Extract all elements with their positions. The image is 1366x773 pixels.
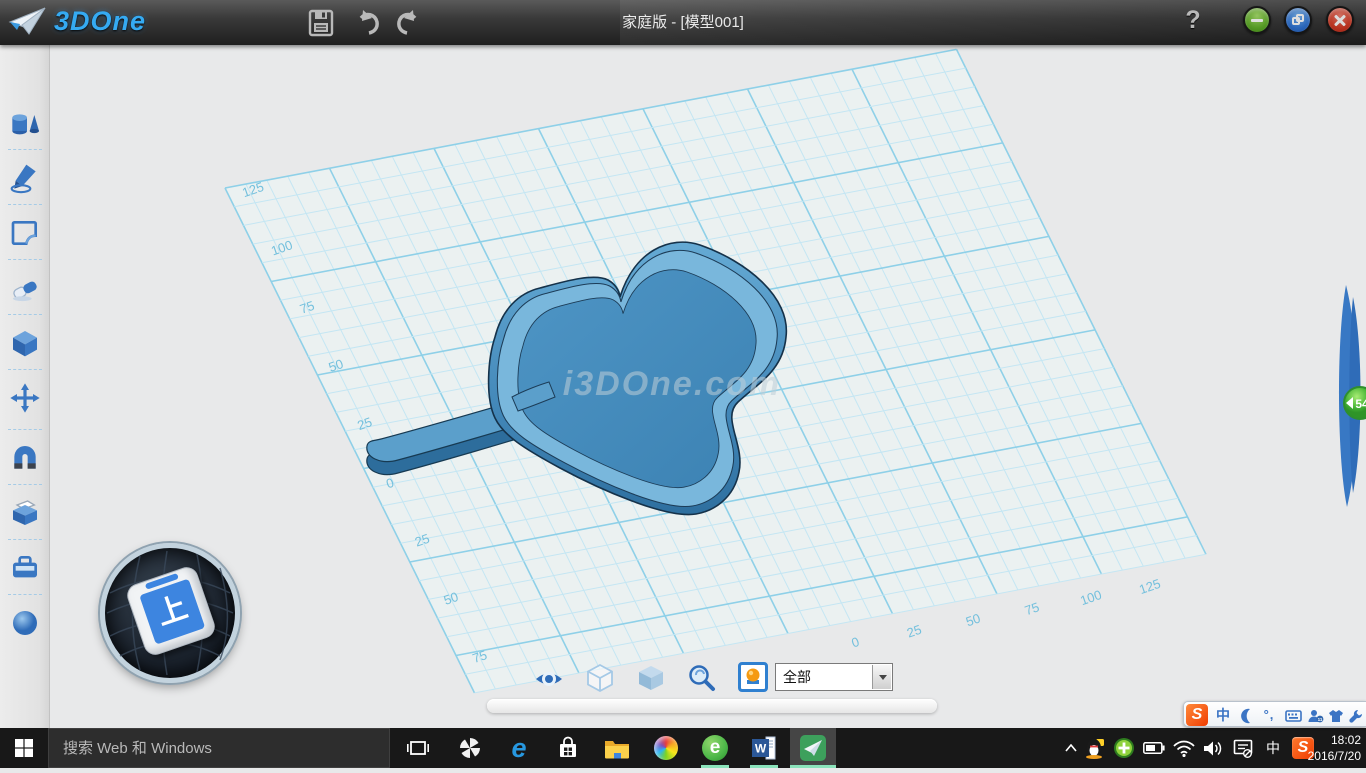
separator	[8, 314, 42, 315]
snap-magnet-icon[interactable]	[9, 442, 41, 474]
taskbar-app-pinwheel[interactable]	[448, 728, 492, 768]
tray-chevron-icon[interactable]	[1062, 728, 1080, 768]
tray-battery-icon[interactable]	[1143, 728, 1169, 768]
windows-taskbar: e e W	[0, 728, 1366, 768]
separator	[8, 259, 42, 260]
tray-safe-icon[interactable]	[1113, 728, 1137, 768]
save-icon[interactable]	[306, 8, 336, 38]
app-logo: 3DOne	[8, 5, 146, 37]
separator	[8, 369, 42, 370]
skin-shirt-icon[interactable]	[1325, 704, 1347, 726]
shaded-view-icon[interactable]	[635, 662, 667, 694]
watermark: i3DOne.com	[563, 365, 781, 403]
grid-label: 100	[1078, 587, 1103, 608]
feature-solid-icon[interactable]	[9, 327, 41, 359]
help-button[interactable]: ?	[1180, 6, 1206, 38]
tray-volume-icon[interactable]	[1203, 728, 1229, 768]
soft-keyboard-icon[interactable]	[1282, 704, 1304, 726]
tab-badge-count: 54	[1355, 397, 1366, 411]
taskbar-app-word[interactable]: W	[742, 728, 786, 768]
ime-mode-chinese[interactable]: 中	[1212, 704, 1234, 726]
dropdown-arrow-icon[interactable]	[872, 665, 891, 689]
toolbox-icon[interactable]	[9, 552, 41, 584]
grid-label: 75	[1023, 599, 1042, 618]
left-toolbar	[0, 45, 50, 728]
full-half-width-moon-icon[interactable]	[1236, 704, 1258, 726]
redo-icon[interactable]	[394, 8, 424, 38]
tray-time: 18:02	[1291, 732, 1361, 748]
filter-selected-value: 全部	[783, 664, 811, 690]
grid-label: 25	[905, 622, 924, 641]
window-title: 家庭版 - [模型001]	[0, 0, 1366, 45]
separator	[8, 204, 42, 205]
grid-label: 0	[849, 634, 861, 651]
move-transform-icon[interactable]	[9, 382, 41, 414]
task-view-button[interactable]	[396, 728, 440, 768]
grid-label: 50	[964, 610, 983, 629]
special-feature-icon[interactable]	[9, 497, 41, 529]
start-button[interactable]	[0, 728, 48, 768]
tray-date: 2016/7/20	[1291, 748, 1361, 764]
logo-text: 3DOne	[54, 6, 146, 37]
word-glyph: W	[755, 742, 767, 756]
bottom-tray-handle[interactable]	[487, 699, 937, 713]
paper-plane-logo-icon	[8, 5, 48, 37]
separator	[8, 539, 42, 540]
separator	[8, 429, 42, 430]
separator	[8, 484, 42, 485]
navigation-cube[interactable]: 上	[100, 543, 240, 683]
green-e-glyph: e	[693, 728, 737, 768]
grid-label: 125	[1137, 576, 1162, 597]
taskbar-search-input[interactable]	[48, 728, 390, 768]
display-filter-select[interactable]: 全部	[775, 663, 893, 691]
taskbar-app-explorer[interactable]	[595, 728, 639, 768]
viewport-3d[interactable]: 12510075502502550750255075100125 i3DOne.…	[50, 45, 1366, 728]
login-count: 11	[1317, 717, 1322, 722]
material-render-icon[interactable]	[9, 607, 41, 639]
tray-clock[interactable]: 18:02 2016/7/20	[1291, 732, 1361, 764]
punctuation-mode[interactable]: °,	[1258, 704, 1280, 726]
primitive-solids-icon[interactable]	[9, 107, 41, 139]
sogou-ime-bar: S 中 °, 11	[1183, 701, 1366, 727]
account-icon[interactable]: 11	[1304, 704, 1326, 726]
minimize-button[interactable]	[1243, 6, 1271, 34]
viewport-canvas[interactable]: 12510075502502550750255075100125 i3DOne.…	[50, 45, 1366, 728]
edge-glyph: e	[497, 728, 541, 768]
side-panel-tab[interactable]: 54	[1339, 285, 1366, 507]
wireframe-view-icon[interactable]	[584, 662, 616, 694]
settings-wrench-icon[interactable]	[1345, 704, 1366, 726]
taskbar-app-3done[interactable]	[790, 728, 836, 768]
separator	[8, 149, 42, 150]
tray-action-center-icon[interactable]	[1233, 728, 1259, 768]
rainbow-ball-icon	[654, 736, 678, 760]
tray-wifi-icon[interactable]	[1173, 728, 1199, 768]
titlebar: 3DOne 家庭版 - [模型001] ?	[0, 0, 1366, 45]
sketch-edit-icon[interactable]	[9, 272, 41, 304]
taskbar-app-edge[interactable]: e	[497, 728, 541, 768]
restore-button[interactable]	[1284, 6, 1312, 34]
zoom-view-icon[interactable]	[686, 662, 718, 694]
visibility-eye-icon[interactable]	[533, 663, 565, 695]
tray-qq-icon[interactable]	[1085, 728, 1107, 768]
sketch-plane-icon[interactable]	[9, 217, 41, 249]
taskbar-app-green-e-browser[interactable]: e	[693, 728, 737, 768]
display-all-icon[interactable]	[738, 662, 768, 692]
taskbar-app-rainbow-browser[interactable]	[644, 728, 688, 768]
undo-icon[interactable]	[352, 8, 382, 38]
separator	[8, 594, 42, 595]
sketch-draw-icon[interactable]	[9, 162, 41, 194]
taskbar-app-store[interactable]	[546, 728, 590, 768]
close-button[interactable]	[1326, 6, 1354, 34]
tray-ime-indicator[interactable]: 中	[1263, 728, 1283, 768]
sogou-logo[interactable]: S	[1186, 704, 1208, 726]
